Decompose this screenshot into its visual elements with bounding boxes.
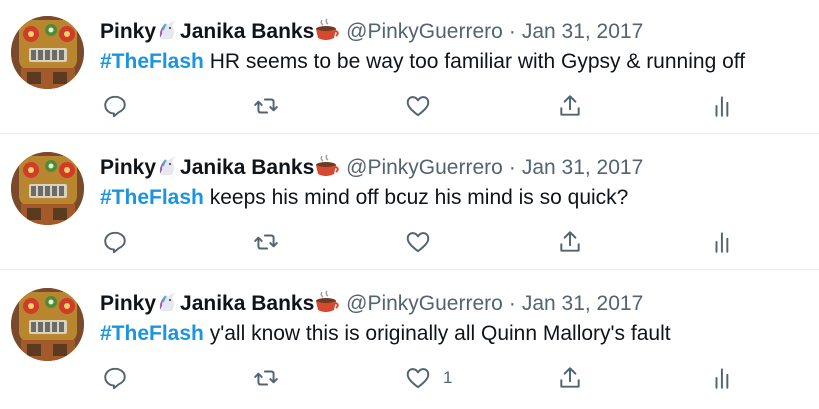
like-count: 1 [443,368,453,387]
reply-icon [104,95,126,118]
analytics-button[interactable] [710,228,736,256]
tweet[interactable]: Pinky Janika Banks @PinkyGuerrero · Jan 31,… [0,136,819,270]
analytics-button[interactable] [710,92,736,120]
display-name-part: Janika Banks [180,156,315,179]
tweet-text-content: HR seems to be way too familiar with Gyp… [203,50,746,73]
display-name[interactable]: Pinky Janika Banks [100,18,340,43]
like-button[interactable] [405,228,443,256]
share-icon [560,367,580,388]
display-name-part: Janika Banks [180,292,315,315]
tweet[interactable]: Pinky Janika Banks @PinkyGuerrero · Jan 31,… [0,272,819,409]
share-icon [560,231,580,252]
avatar[interactable] [11,16,84,89]
separator-dot: · [508,156,516,179]
separator-dot: · [508,20,516,43]
user-handle[interactable]: @PinkyGuerrero [346,292,503,315]
hashtag-link[interactable]: #TheFlash [100,186,204,209]
robot-avatar-image [11,16,84,89]
heart-icon [406,368,430,389]
analytics-icon [715,232,729,253]
analytics-icon [715,96,729,117]
reply-button[interactable] [102,228,128,256]
display-name[interactable]: Pinky Janika Banks [100,290,340,315]
hot-beverage-icon [314,154,340,186]
avatar[interactable] [11,152,84,225]
heart-icon [406,232,430,253]
tweet-text: #TheFlash keeps his mind off bcuz his mi… [100,184,628,212]
retweet-button[interactable] [253,228,279,256]
heart-icon [406,96,430,117]
retweet-icon [254,98,278,114]
tweet-date[interactable]: Jan 31, 2017 [522,156,643,179]
tweet-text: #TheFlash HR seems to be way too familia… [100,48,745,76]
tweet-header: Pinky Janika Banks @PinkyGuerrero · Jan 31,… [100,290,643,318]
hot-beverage-icon [314,290,340,322]
tweet-text: #TheFlash y'all know this is originally … [100,320,671,348]
tweet[interactable]: Pinky Janika Banks @PinkyGuerrero · Jan 31,… [0,0,819,134]
hot-beverage-icon [314,18,340,50]
hashtag-link[interactable]: #TheFlash [100,50,204,73]
robot-avatar-image [11,152,84,225]
like-button[interactable] [405,92,443,120]
share-icon [560,95,580,116]
display-name-part: Janika Banks [180,20,315,43]
reply-icon [104,231,126,254]
tweet-date[interactable]: Jan 31, 2017 [522,20,643,43]
unicorn-icon [156,290,180,322]
hashtag-link[interactable]: #TheFlash [100,322,204,345]
retweet-icon [254,234,278,250]
retweet-button[interactable] [253,92,279,120]
tweet-date[interactable]: Jan 31, 2017 [522,292,643,315]
analytics-button[interactable] [710,364,736,392]
separator-dot: · [508,292,516,315]
display-name-part: Pinky [100,156,157,179]
retweet-button[interactable] [253,364,279,392]
reply-icon [104,367,126,390]
display-name-part: Pinky [100,20,157,43]
tweet-header: Pinky Janika Banks @PinkyGuerrero · Jan 31,… [100,18,643,46]
unicorn-icon [156,18,180,50]
tweet-header: Pinky Janika Banks @PinkyGuerrero · Jan 31,… [100,154,643,182]
user-handle[interactable]: @PinkyGuerrero [346,156,503,179]
user-handle[interactable]: @PinkyGuerrero [346,20,503,43]
robot-avatar-image [11,288,84,361]
display-name[interactable]: Pinky Janika Banks [100,154,340,179]
share-button[interactable] [557,228,583,256]
reply-button[interactable] [102,92,128,120]
share-button[interactable] [557,364,583,392]
display-name-part: Pinky [100,292,157,315]
tweet-feed: Pinky Janika Banks @PinkyGuerrero · Jan 31,… [0,0,819,409]
unicorn-icon [156,154,180,186]
analytics-icon [715,368,729,389]
tweet-text-content: keeps his mind off bcuz his mind is so q… [203,186,629,209]
tweet-text-content: y'all know this is originally all Quinn … [203,322,671,345]
share-button[interactable] [557,92,583,120]
reply-button[interactable] [102,364,128,392]
retweet-icon [254,370,278,386]
avatar[interactable] [11,288,84,361]
like-button[interactable]: 1 [405,364,452,392]
